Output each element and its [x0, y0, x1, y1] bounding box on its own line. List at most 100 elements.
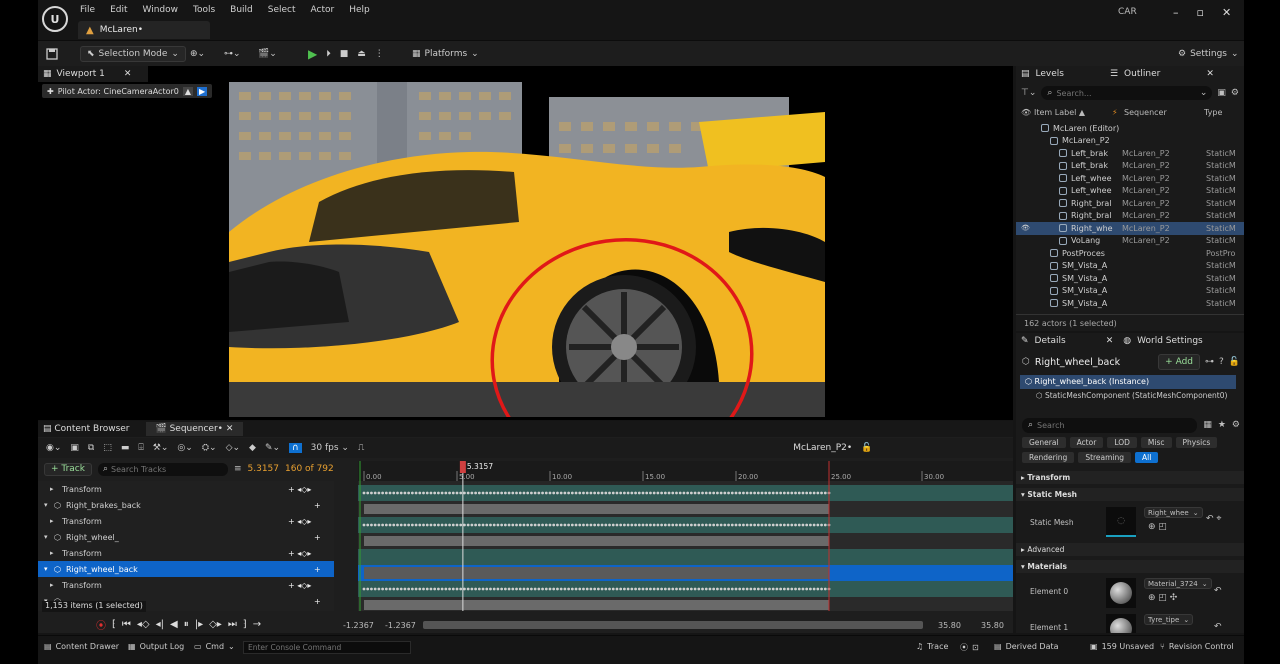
- play-icon[interactable]: ▶: [308, 47, 317, 61]
- star-icon[interactable]: ★: [1218, 420, 1226, 430]
- more-options-icon[interactable]: ⋮: [375, 49, 384, 59]
- filter-icon[interactable]: ≡: [234, 464, 242, 474]
- sequencer-track[interactable]: ▾ ⬡ Right_wheel_ +: [38, 529, 334, 545]
- diamond-icon[interactable]: ◆: [249, 443, 256, 453]
- lock-icon[interactable]: 🔓: [861, 443, 872, 453]
- next-key-icon[interactable]: ◇▸: [209, 619, 222, 630]
- outliner-row[interactable]: Left_brak McLaren_P2 StaticM: [1016, 147, 1244, 160]
- loop-icon[interactable]: →: [253, 619, 261, 630]
- filter-physics[interactable]: Physics: [1175, 437, 1218, 448]
- chevron-right-icon[interactable]: ▸: [50, 517, 54, 525]
- tab-world-settings[interactable]: World Settings: [1137, 336, 1203, 346]
- section-transform[interactable]: ▸ Transform: [1016, 471, 1244, 484]
- minimize-icon[interactable]: –: [1173, 6, 1179, 19]
- eject-icon[interactable]: ⏏: [357, 49, 366, 59]
- material-thumbnail[interactable]: [1106, 614, 1136, 633]
- playback-icon[interactable]: ⛭⌄: [202, 443, 217, 453]
- set-end-icon[interactable]: ⁆: [243, 619, 247, 630]
- record-icon[interactable]: ⦿: [96, 617, 106, 632]
- outliner-row[interactable]: Right_bral McLaren_P2 StaticM: [1016, 210, 1244, 223]
- record-icon[interactable]: ⦿: [960, 642, 968, 653]
- add-key-icon[interactable]: +: [314, 533, 321, 542]
- outliner-row[interactable]: Right_bral McLaren_P2 StaticM: [1016, 197, 1244, 210]
- visibility-icon[interactable]: 👁: [1021, 224, 1030, 232]
- outliner-row[interactable]: SM_Vista_A StaticM: [1016, 260, 1244, 273]
- reset-icon[interactable]: ↶: [1214, 586, 1222, 596]
- sequencer-track[interactable]: ▸ Transform + ◂◇▸: [38, 513, 334, 529]
- grid-view-icon[interactable]: ▦: [1203, 420, 1212, 430]
- component-row[interactable]: ⬡ StaticMeshComponent (StaticMeshCompone…: [1036, 391, 1236, 404]
- set-start-icon[interactable]: ⁅: [112, 619, 116, 630]
- details-search[interactable]: ⌕: [1022, 417, 1198, 433]
- instance-row[interactable]: ⬡ Right_wheel_back (Instance): [1020, 375, 1236, 389]
- prev-key-icon[interactable]: ◂◇: [137, 619, 150, 630]
- eject-icon[interactable]: ▲: [182, 86, 194, 96]
- timeline-area[interactable]: 0.005.0010.0015.0020.0025.0030.0035.05.3…: [358, 461, 1033, 613]
- material-0-dropdown[interactable]: Material_3724 ⌄: [1144, 578, 1212, 589]
- section-materials[interactable]: ▾ Materials: [1016, 560, 1244, 573]
- screenshot-icon[interactable]: ⊡: [972, 643, 979, 652]
- material-1-dropdown[interactable]: Tyre_tipe ⌄: [1144, 614, 1194, 625]
- add-key-icon[interactable]: +: [314, 501, 321, 510]
- add-key-icon[interactable]: + ◂◇▸: [288, 549, 311, 558]
- render-icon[interactable]: ⬚: [103, 443, 112, 453]
- mesh-thumbnail[interactable]: ◌: [1106, 507, 1136, 537]
- unreal-logo-icon[interactable]: U: [42, 6, 68, 32]
- jump-start-icon[interactable]: ⏮: [122, 619, 131, 630]
- range-end[interactable]: 35.80: [981, 621, 1004, 630]
- add-key-icon[interactable]: +: [314, 597, 321, 606]
- console-input[interactable]: [243, 641, 411, 654]
- help-icon[interactable]: ?: [1219, 357, 1224, 367]
- menu-tools[interactable]: Tools: [193, 5, 215, 15]
- chevron-down-icon[interactable]: ▾: [44, 501, 48, 509]
- output-log-button[interactable]: ▦ Output Log: [128, 642, 184, 651]
- jump-end-icon[interactable]: ⏭: [228, 619, 237, 630]
- magnet-icon[interactable]: ∩: [289, 443, 302, 453]
- selection-mode-dropdown[interactable]: ⬉ Selection Mode ⌄: [80, 46, 186, 62]
- track-search-input[interactable]: [111, 464, 211, 474]
- key-icon[interactable]: ⚒⌄: [153, 443, 169, 453]
- cmd-dropdown[interactable]: ▭ Cmd ⌄: [194, 642, 235, 651]
- pen-icon[interactable]: ✎⌄: [265, 443, 280, 453]
- close-icon[interactable]: ✕: [226, 424, 234, 434]
- track-search[interactable]: ⌕: [97, 462, 228, 476]
- tab-details[interactable]: Details: [1035, 336, 1066, 346]
- tab-levels[interactable]: Levels: [1036, 69, 1064, 79]
- curve-editor-icon[interactable]: ⎍: [358, 443, 364, 453]
- use-asset-icon[interactable]: ⊕ ◰ ✣: [1148, 593, 1177, 603]
- save-icon[interactable]: ▣: [1217, 88, 1226, 98]
- pilot-actor-badge[interactable]: ✚ Pilot Actor: CineCameraActor0 ▲ ▶: [42, 84, 213, 98]
- sequencer-track[interactable]: ▾ ⬡ Right_wheel_back +: [38, 561, 334, 577]
- static-mesh-dropdown[interactable]: Right_whee ⌄: [1144, 507, 1203, 518]
- gear-icon[interactable]: ⚙: [1231, 88, 1239, 98]
- close-icon[interactable]: ✕: [1222, 6, 1231, 19]
- filter-icon[interactable]: ⊤⌄: [1021, 88, 1036, 98]
- material-thumbnail[interactable]: [1106, 578, 1136, 608]
- menu-edit[interactable]: Edit: [110, 5, 127, 15]
- viewport-tab[interactable]: ▦ Viewport 1 ✕: [38, 66, 148, 82]
- filter-rendering[interactable]: Rendering: [1022, 452, 1075, 463]
- outliner-row[interactable]: PostProces PostPro: [1016, 247, 1244, 260]
- add-key-icon[interactable]: + ◂◇▸: [288, 485, 311, 494]
- fps-dropdown[interactable]: 30 fps ⌄: [311, 443, 349, 453]
- cinematics-icon[interactable]: 🎬⌄: [258, 46, 277, 62]
- reset-icon[interactable]: ↶ ⌖: [1206, 514, 1221, 524]
- menu-window[interactable]: Window: [143, 5, 179, 15]
- platforms-dropdown[interactable]: ▦ Platforms ⌄: [412, 46, 479, 62]
- outliner-row[interactable]: McLaren_P2: [1016, 135, 1244, 148]
- blueprint-icon[interactable]: ⊶⌄: [224, 46, 241, 62]
- chevron-down-icon[interactable]: ▾: [44, 565, 48, 573]
- section-static-mesh[interactable]: ▾ Static Mesh: [1016, 488, 1244, 501]
- close-icon[interactable]: ✕: [1206, 69, 1214, 79]
- maximize-icon[interactable]: ▫: [1197, 6, 1204, 19]
- filter-all[interactable]: All: [1135, 452, 1159, 463]
- reset-icon[interactable]: ↶: [1214, 622, 1222, 632]
- add-track-button[interactable]: + Track: [44, 462, 92, 476]
- snap-key-icon[interactable]: ◇⌄: [226, 443, 240, 453]
- outliner-row[interactable]: 👁 Right_whe McLaren_P2 StaticM: [1016, 222, 1244, 235]
- chevron-right-icon[interactable]: ▸: [50, 549, 54, 557]
- add-key-icon[interactable]: + ◂◇▸: [288, 517, 311, 526]
- outliner-search-input[interactable]: [1056, 88, 1177, 98]
- derived-data-button[interactable]: ▤ Derived Data: [994, 642, 1059, 651]
- menu-actor[interactable]: Actor: [311, 5, 335, 15]
